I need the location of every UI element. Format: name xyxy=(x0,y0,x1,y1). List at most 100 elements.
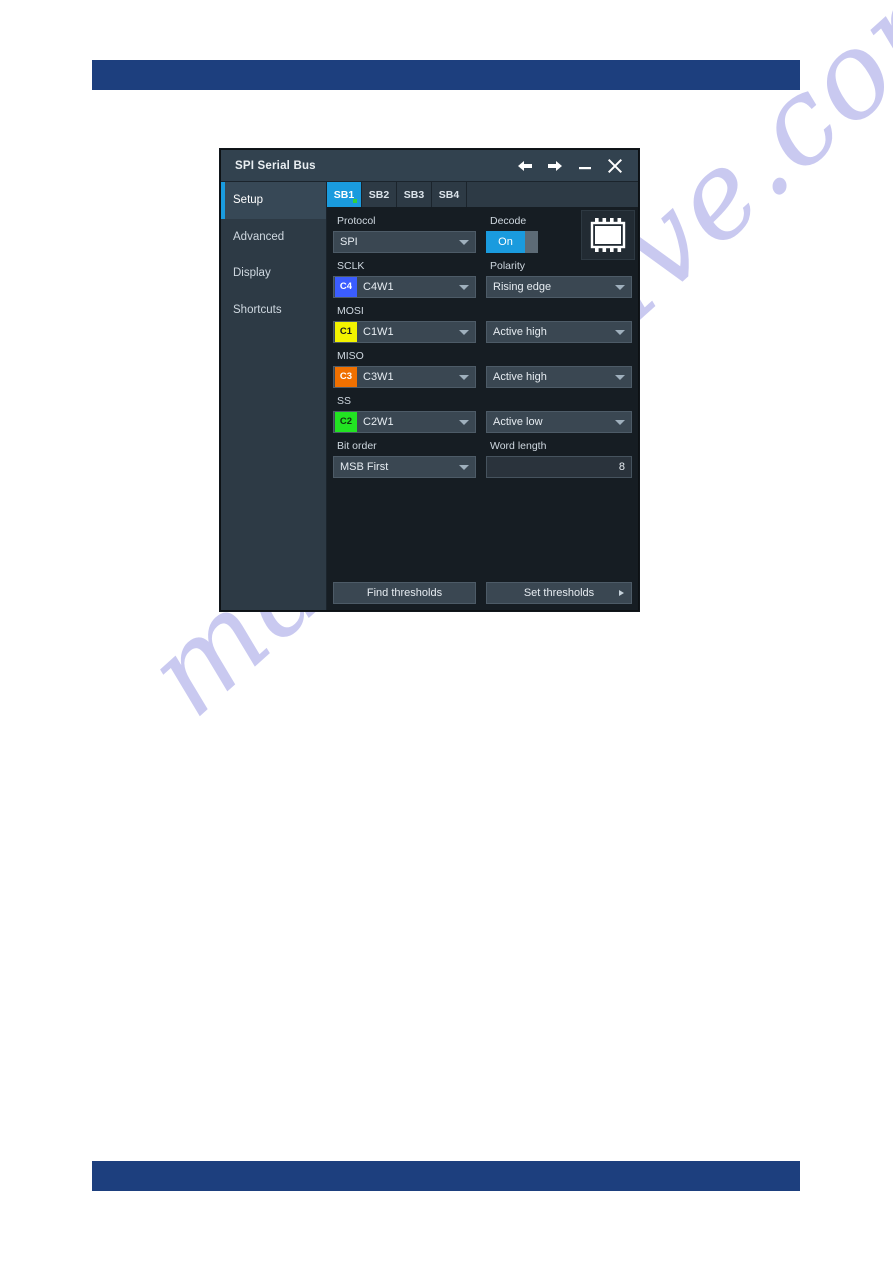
chevron-right-icon xyxy=(619,590,624,596)
sidebar-item-label: Advanced xyxy=(233,230,285,243)
mosi-label: MOSI xyxy=(337,305,364,317)
sidebar-item-label: Shortcuts xyxy=(233,303,282,316)
dialog-body: Setup Advanced Display Shortcuts SB1 SB2 xyxy=(221,182,638,610)
tab-label: SB3 xyxy=(403,188,425,201)
ss-label: SS xyxy=(337,395,352,407)
sidebar-item-setup[interactable]: Setup xyxy=(221,182,326,219)
decode-toggle-state: On xyxy=(486,231,525,253)
miso-polarity-value: Active high xyxy=(493,371,547,383)
word-length-input[interactable]: 8 xyxy=(486,456,632,478)
threshold-button-row: Find thresholds Set thresholds xyxy=(333,582,632,610)
polarity-group: Polarity Rising edge xyxy=(486,260,632,298)
tab-sb2[interactable]: SB2 xyxy=(362,182,397,207)
mosi-source-dropdown[interactable]: C1 C1W1 xyxy=(333,321,476,343)
word-length-value: 8 xyxy=(618,461,625,473)
bit-order-group: Bit order MSB First xyxy=(333,440,476,478)
dialog-titlebar: SPI Serial Bus xyxy=(221,150,638,182)
bitorder-wordlength-row: Bit order MSB First Word length 8 xyxy=(333,440,632,478)
sclk-polarity-row: SCLK C4 C4W1 Polarity Rising edge xyxy=(333,260,632,298)
tab-label: SB1 xyxy=(333,188,355,201)
mosi-row: MOSI C1 C1W1 Active high xyxy=(333,305,632,343)
tab-label: SB4 xyxy=(438,188,460,201)
dialog-title: SPI Serial Bus xyxy=(235,159,316,172)
sclk-label: SCLK xyxy=(337,260,365,272)
dialog-sidebar: Setup Advanced Display Shortcuts xyxy=(221,182,327,610)
mosi-group: MOSI C1 C1W1 xyxy=(333,305,476,343)
bit-order-dropdown[interactable]: MSB First xyxy=(333,456,476,478)
decode-toggle[interactable]: On xyxy=(486,231,538,253)
chevron-down-icon xyxy=(615,330,625,335)
bit-order-label: Bit order xyxy=(337,440,377,452)
find-thresholds-label: Find thresholds xyxy=(366,587,443,599)
protocol-dropdown[interactable]: SPI xyxy=(333,231,476,253)
ss-polarity-spacer xyxy=(490,395,632,408)
tab-sb4[interactable]: SB4 xyxy=(432,182,467,207)
setup-form: Protocol SPI Decode On SCLK C4 C4W1 Pola… xyxy=(327,207,638,610)
sidebar-item-label: Display xyxy=(233,267,271,280)
channel-badge-c1: C1 xyxy=(335,322,357,342)
page-footer-band xyxy=(92,1161,800,1191)
miso-group: MISO C3 C3W1 xyxy=(333,350,476,388)
chevron-down-icon xyxy=(615,285,625,290)
channel-badge-c2: C2 xyxy=(335,412,357,432)
bit-order-value: MSB First xyxy=(340,461,389,473)
word-length-group: Word length 8 xyxy=(486,440,632,478)
channel-badge-c3: C3 xyxy=(335,367,357,387)
protocol-group: Protocol SPI xyxy=(333,215,476,253)
miso-label: MISO xyxy=(337,350,364,362)
chevron-down-icon xyxy=(459,375,469,380)
set-thresholds-button[interactable]: Set thresholds xyxy=(486,582,632,604)
back-arrow-icon[interactable] xyxy=(516,157,534,175)
minimize-icon[interactable] xyxy=(576,157,594,175)
tabstrip-filler xyxy=(467,182,638,207)
chevron-down-icon xyxy=(459,420,469,425)
page-header-band xyxy=(92,60,800,90)
sidebar-item-advanced[interactable]: Advanced xyxy=(221,219,326,256)
set-thresholds-label: Set thresholds xyxy=(523,587,595,599)
sclk-group: SCLK C4 C4W1 xyxy=(333,260,476,298)
titlebar-button-group xyxy=(516,157,628,175)
forward-arrow-icon[interactable] xyxy=(546,157,564,175)
channel-badge-c4: C4 xyxy=(335,277,357,297)
miso-polarity-group: Active high xyxy=(486,350,632,388)
word-length-label: Word length xyxy=(490,440,547,452)
mosi-polarity-spacer xyxy=(490,305,632,318)
sidebar-item-label: Setup xyxy=(233,194,264,207)
dialog-content: SB1 SB2 SB3 SB4 Protocol SPI Decode On S… xyxy=(327,182,638,610)
chevron-down-icon xyxy=(615,375,625,380)
miso-polarity-spacer xyxy=(490,350,632,363)
miso-polarity-dropdown[interactable]: Active high xyxy=(486,366,632,388)
tab-status-dot-icon xyxy=(353,199,357,203)
close-icon[interactable] xyxy=(606,157,624,175)
protocol-label: Protocol xyxy=(337,215,376,227)
tab-label: SB2 xyxy=(368,188,390,201)
ss-group: SS C2 C2W1 xyxy=(333,395,476,433)
chevron-down-icon xyxy=(459,465,469,470)
chevron-down-icon xyxy=(459,285,469,290)
sidebar-item-shortcuts[interactable]: Shortcuts xyxy=(221,292,326,329)
spi-serial-bus-dialog: SPI Serial Bus Setup Advanced Display Sh… xyxy=(220,149,639,611)
ss-row: SS C2 C2W1 Active low xyxy=(333,395,632,433)
sidebar-item-display[interactable]: Display xyxy=(221,255,326,292)
ss-polarity-group: Active low xyxy=(486,395,632,433)
sclk-source-dropdown[interactable]: C4 C4W1 xyxy=(333,276,476,298)
decode-toggle-knob xyxy=(525,231,538,253)
tab-sb1[interactable]: SB1 xyxy=(327,182,362,207)
chip-ic-icon xyxy=(581,210,635,260)
serial-bus-tabstrip: SB1 SB2 SB3 SB4 xyxy=(327,182,638,207)
mosi-polarity-value: Active high xyxy=(493,326,547,338)
polarity-dropdown[interactable]: Rising edge xyxy=(486,276,632,298)
protocol-value: SPI xyxy=(340,236,358,248)
polarity-value: Rising edge xyxy=(493,281,552,293)
ss-source-dropdown[interactable]: C2 C2W1 xyxy=(333,411,476,433)
chevron-down-icon xyxy=(615,420,625,425)
tab-sb3[interactable]: SB3 xyxy=(397,182,432,207)
find-thresholds-button[interactable]: Find thresholds xyxy=(333,582,476,604)
miso-row: MISO C3 C3W1 Active high xyxy=(333,350,632,388)
miso-source-dropdown[interactable]: C3 C3W1 xyxy=(333,366,476,388)
ss-polarity-dropdown[interactable]: Active low xyxy=(486,411,632,433)
ss-polarity-value: Active low xyxy=(493,416,543,428)
mosi-polarity-dropdown[interactable]: Active high xyxy=(486,321,632,343)
polarity-label: Polarity xyxy=(490,260,526,272)
chevron-down-icon xyxy=(459,330,469,335)
